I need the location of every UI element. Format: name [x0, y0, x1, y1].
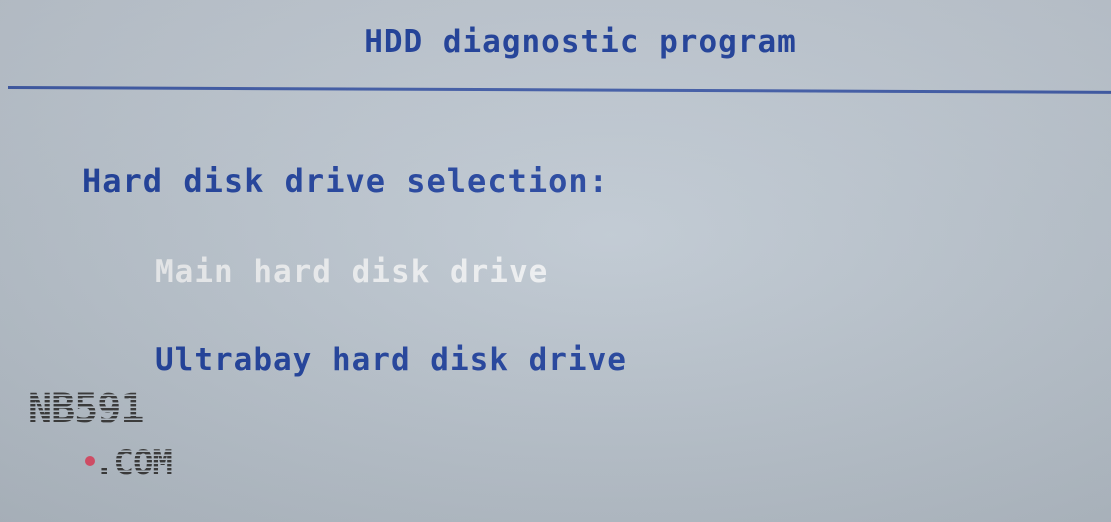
menu-item-main-hdd[interactable]: Main hard disk drive: [155, 254, 548, 290]
selection-heading: Hard disk drive selection:: [82, 162, 609, 200]
menu-item-ultrabay-hdd[interactable]: Ultrabay hard disk drive: [155, 342, 627, 378]
watermark-line-2: .COM: [94, 443, 172, 483]
program-title: HDD diagnostic program: [364, 24, 797, 60]
title-bar: HDD diagnostic program: [0, 8, 1111, 88]
watermark-logo: NB591 .COM: [28, 384, 218, 484]
bios-screen: HDD diagnostic program Hard disk drive s…: [0, 0, 1111, 522]
watermark-line-1: NB591: [28, 386, 143, 432]
